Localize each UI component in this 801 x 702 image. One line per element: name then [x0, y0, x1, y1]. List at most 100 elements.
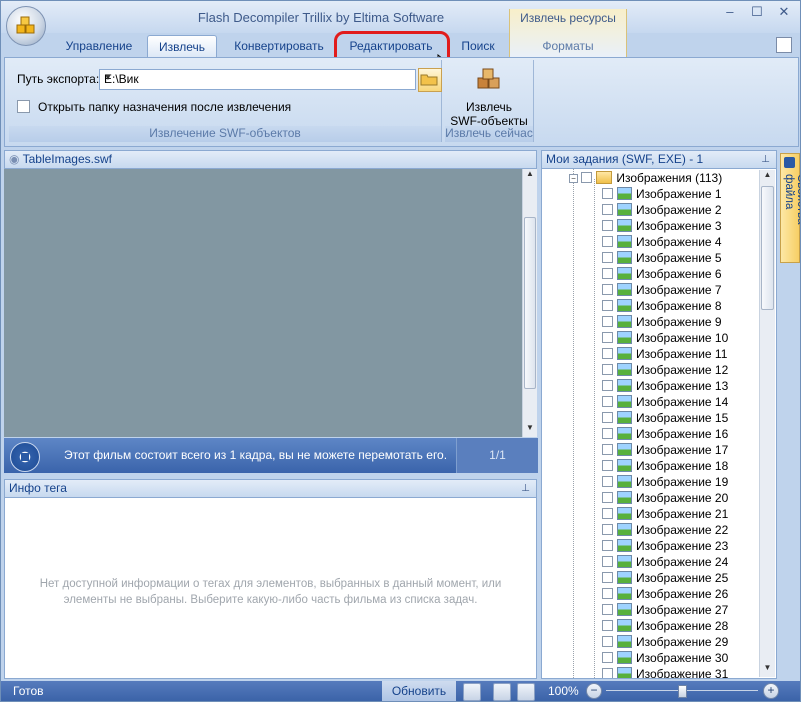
- tree-item-row[interactable]: Изображение 29: [602, 634, 728, 650]
- help-icon[interactable]: [776, 37, 792, 53]
- app-menu-button[interactable]: [6, 6, 46, 46]
- tree-item-row[interactable]: Изображение 3: [602, 218, 722, 234]
- zoom-slider-thumb[interactable]: [678, 685, 687, 698]
- maximize-button[interactable]: ☐: [745, 3, 769, 21]
- tree-checkbox[interactable]: [602, 316, 613, 327]
- tree-item-row[interactable]: Изображение 9: [602, 314, 722, 330]
- tree-checkbox[interactable]: [602, 332, 613, 343]
- movie-canvas[interactable]: [4, 169, 522, 437]
- tree-checkbox[interactable]: [602, 604, 613, 615]
- tree-checkbox[interactable]: [602, 556, 613, 567]
- tree-item-row[interactable]: Изображение 4: [602, 234, 722, 250]
- tree-checkbox[interactable]: [602, 636, 613, 647]
- tree-checkbox[interactable]: [602, 364, 613, 375]
- tree-item-row[interactable]: Изображение 15: [602, 410, 728, 426]
- fit-screen-icon[interactable]: [517, 683, 535, 701]
- open-folder-checkbox[interactable]: [17, 100, 30, 113]
- tree-checkbox[interactable]: [602, 524, 613, 535]
- zoom-in-button[interactable]: +: [763, 683, 779, 699]
- tree-checkbox[interactable]: [602, 204, 613, 215]
- tree-checkbox[interactable]: [602, 444, 613, 455]
- zoom-out-button[interactable]: −: [586, 683, 602, 699]
- tree-item-row[interactable]: Изображение 16: [602, 426, 728, 442]
- tree-item-row[interactable]: Изображение 1: [602, 186, 722, 202]
- tab-convert[interactable]: Конвертировать: [227, 35, 331, 57]
- browse-folder-button[interactable]: [418, 68, 442, 92]
- tree-checkbox[interactable]: [581, 172, 593, 183]
- tree-root-row[interactable]: − Изображения (113): [569, 170, 722, 186]
- tree-checkbox[interactable]: [602, 492, 613, 503]
- tree-item-row[interactable]: Изображение 20: [602, 490, 728, 506]
- tree-item-row[interactable]: Изображение 28: [602, 618, 728, 634]
- tree-item-row[interactable]: Изображение 12: [602, 362, 728, 378]
- tree-checkbox[interactable]: [602, 652, 613, 663]
- stop-button[interactable]: [10, 442, 40, 472]
- tree-checkbox[interactable]: [602, 300, 613, 311]
- tree-item-row[interactable]: Изображение 27: [602, 602, 728, 618]
- view-grid-icon[interactable]: [463, 683, 481, 701]
- scroll-down-icon[interactable]: ▼: [523, 423, 537, 437]
- scroll-down-icon[interactable]: ▼: [760, 663, 775, 677]
- tree-item-row[interactable]: Изображение 26: [602, 586, 728, 602]
- tree-item-row[interactable]: Изображение 13: [602, 378, 728, 394]
- hand-tool-icon[interactable]: [493, 683, 511, 701]
- tree-item-row[interactable]: Изображение 31: [602, 666, 728, 678]
- close-button[interactable]: ✕: [772, 3, 796, 21]
- tree-checkbox[interactable]: [602, 348, 613, 359]
- tree-checkbox[interactable]: [602, 236, 613, 247]
- tree-item-row[interactable]: Изображение 21: [602, 506, 728, 522]
- export-path-combo[interactable]: E:\Вик ▼: [99, 69, 416, 90]
- tree-item-row[interactable]: Изображение 19: [602, 474, 728, 490]
- tree-item-row[interactable]: Изображение 8: [602, 298, 722, 314]
- tree-item-row[interactable]: Изображение 23: [602, 538, 728, 554]
- tree-checkbox[interactable]: [602, 540, 613, 551]
- chevron-down-icon[interactable]: ▼: [104, 73, 412, 82]
- tab-manage[interactable]: Управление: [59, 35, 139, 57]
- scroll-up-icon[interactable]: ▲: [523, 169, 537, 183]
- pin-icon[interactable]: ⊥: [521, 480, 530, 497]
- tab-search[interactable]: Поиск: [453, 35, 503, 57]
- tree-checkbox[interactable]: [602, 572, 613, 583]
- tree-item-row[interactable]: Изображение 2: [602, 202, 722, 218]
- pin-icon[interactable]: ⊥: [761, 151, 770, 168]
- tree-checkbox[interactable]: [602, 668, 613, 678]
- tree-checkbox[interactable]: [602, 396, 613, 407]
- minimize-button[interactable]: –: [718, 3, 742, 21]
- tree-checkbox[interactable]: [602, 476, 613, 487]
- tree-checkbox[interactable]: [602, 188, 613, 199]
- extract-swf-objects-button[interactable]: Извлечь SWF-объекты: [449, 64, 529, 128]
- tree-checkbox[interactable]: [602, 508, 613, 519]
- tree-item-row[interactable]: Изображение 11: [602, 346, 727, 362]
- tree-item-row[interactable]: Изображение 18: [602, 458, 728, 474]
- tree-item-row[interactable]: Изображение 5: [602, 250, 722, 266]
- open-folder-checkbox-row[interactable]: Открыть папку назначения после извлечени…: [17, 100, 291, 114]
- scroll-thumb[interactable]: [524, 217, 536, 389]
- tree-checkbox[interactable]: [602, 428, 613, 439]
- tab-formats[interactable]: Форматы: [523, 35, 613, 57]
- tree-item-row[interactable]: Изображение 7: [602, 282, 722, 298]
- tree-checkbox[interactable]: [602, 252, 613, 263]
- tree-checkbox[interactable]: [602, 380, 613, 391]
- tasks-scrollbar[interactable]: ▲ ▼: [759, 170, 775, 677]
- movie-scrollbar[interactable]: ▲ ▼: [522, 169, 537, 437]
- tree-item-row[interactable]: Изображение 6: [602, 266, 722, 282]
- file-properties-tab[interactable]: Свойства файла: [780, 153, 800, 263]
- refresh-button[interactable]: Обновить: [382, 681, 456, 701]
- tree-item-row[interactable]: Изображение 14: [602, 394, 728, 410]
- tree-item-row[interactable]: Изображение 30: [602, 650, 728, 666]
- tree-item-row[interactable]: Изображение 25: [602, 570, 728, 586]
- tree-item-row[interactable]: Изображение 10: [602, 330, 728, 346]
- tree-item-row[interactable]: Изображение 22: [602, 522, 728, 538]
- tree-checkbox[interactable]: [602, 412, 613, 423]
- tree-checkbox[interactable]: [602, 268, 613, 279]
- scroll-up-icon[interactable]: ▲: [760, 170, 775, 184]
- tree-checkbox[interactable]: [602, 620, 613, 631]
- scroll-thumb[interactable]: [761, 186, 774, 310]
- tree-checkbox[interactable]: [602, 588, 613, 599]
- collapse-icon[interactable]: −: [569, 174, 578, 183]
- tree-checkbox[interactable]: [602, 284, 613, 295]
- tree-checkbox[interactable]: [602, 460, 613, 471]
- tree-item-row[interactable]: Изображение 17: [602, 442, 728, 458]
- tree-item-row[interactable]: Изображение 24: [602, 554, 728, 570]
- tree-checkbox[interactable]: [602, 220, 613, 231]
